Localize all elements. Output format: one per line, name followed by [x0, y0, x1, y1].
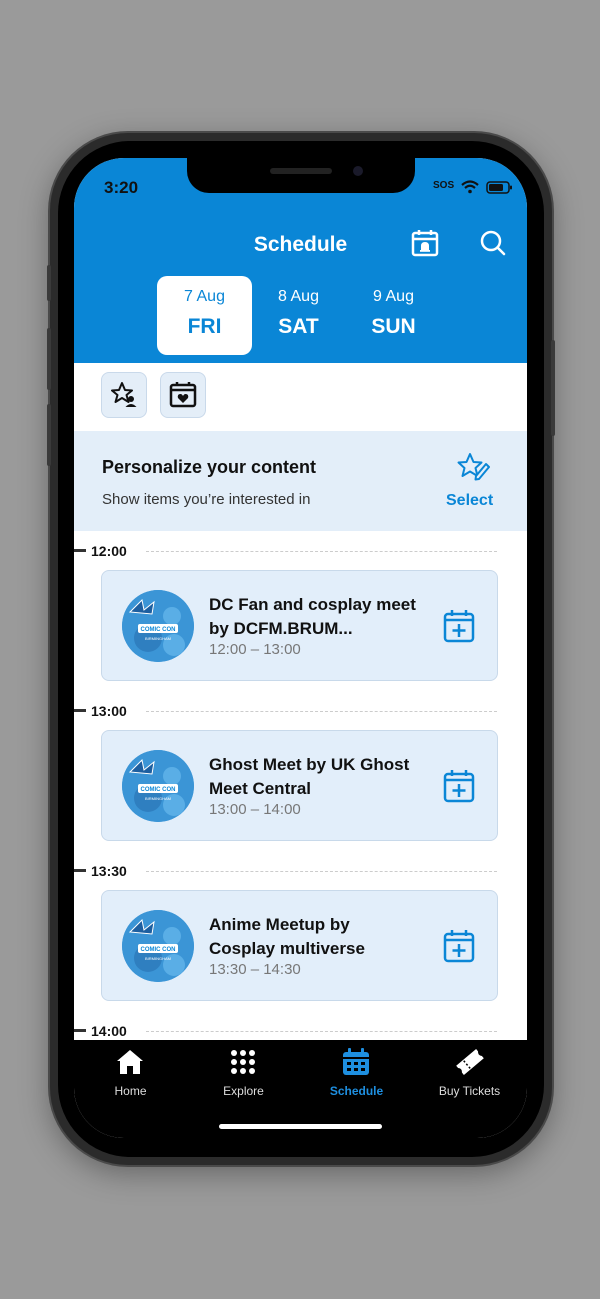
home-icon — [117, 1050, 143, 1074]
svg-text:BIRMINGHAM: BIRMINGHAM — [145, 636, 171, 641]
day-tab-sat[interactable]: 8 Aug SAT — [251, 276, 346, 355]
tab-label: Home — [114, 1084, 147, 1098]
personalize-title: Personalize your content — [102, 457, 317, 477]
power-button — [551, 340, 555, 436]
search-icon — [480, 230, 506, 256]
tab-label: Explore — [223, 1084, 264, 1098]
home-indicator[interactable] — [219, 1124, 382, 1129]
calendar-add-icon — [443, 770, 475, 803]
star-edit-icon — [456, 451, 490, 486]
event-title: DC Fan and cosplay meet by DCFM.BRUM... — [209, 595, 416, 638]
event-card[interactable]: COMIC CON BIRMINGHAM Ghost Meet by UK Gh… — [101, 730, 498, 841]
day-date: 8 Aug — [278, 288, 319, 305]
select-interests-button[interactable]: Select — [446, 492, 493, 510]
comic-con-logo: COMIC CON BIRMINGHAM — [122, 910, 194, 982]
time-label: 14:00 — [91, 1023, 127, 1039]
event-time: 13:30 – 14:30 — [209, 961, 301, 978]
event-title: Anime Meetup by Cosplay multiverse — [209, 915, 365, 958]
calendar-icon — [343, 1048, 369, 1075]
event-card[interactable]: COMIC CON BIRMINGHAM DC Fan and cosplay … — [101, 570, 498, 681]
search-button[interactable] — [478, 228, 508, 263]
comic-con-logo: COMIC CON BIRMINGHAM — [122, 590, 194, 662]
favorites-filter-button[interactable] — [101, 372, 147, 418]
page-title: Schedule — [253, 233, 348, 256]
star-person-icon — [111, 382, 137, 407]
calendar-heart-icon — [169, 382, 197, 408]
time-slot: 14:00 — [74, 1023, 527, 1039]
status-icons — [460, 179, 520, 200]
calendar-add-icon — [443, 610, 475, 643]
add-to-calendar-button[interactable] — [443, 929, 475, 968]
day-name: SUN — [371, 315, 416, 338]
volume-up-button — [47, 328, 51, 390]
calendar-bell-icon — [411, 230, 439, 257]
day-date: 9 Aug — [373, 288, 414, 305]
time-divider — [146, 551, 497, 552]
svg-text:BIRMINGHAM: BIRMINGHAM — [145, 796, 171, 801]
tab-label: Schedule — [329, 1084, 384, 1098]
tab-schedule[interactable]: Schedule — [300, 1040, 413, 1120]
mute-switch — [47, 265, 51, 301]
svg-text:BIRMINGHAM: BIRMINGHAM — [145, 956, 171, 961]
day-tab-fri[interactable]: 7 Aug FRI — [157, 276, 252, 355]
front-camera — [353, 166, 363, 176]
add-to-calendar-button[interactable] — [443, 769, 475, 808]
comic-con-logo: COMIC CON BIRMINGHAM — [122, 750, 194, 822]
day-name: FRI — [187, 315, 222, 338]
saved-events-filter-button[interactable] — [160, 372, 206, 418]
svg-text:COMIC CON: COMIC CON — [141, 787, 176, 793]
personalize-banner: Personalize your content Show items you’… — [74, 431, 527, 531]
volume-down-button — [47, 404, 51, 466]
notch — [187, 158, 415, 193]
ticket-icon — [456, 1049, 484, 1075]
time-label: 13:00 — [91, 703, 127, 719]
tab-home[interactable]: Home — [74, 1040, 187, 1120]
calendar-add-icon — [443, 930, 475, 963]
time-tick — [74, 709, 86, 712]
tab-buy-tickets[interactable]: Buy Tickets — [413, 1040, 526, 1120]
day-date: 7 Aug — [184, 288, 225, 305]
svg-text:COMIC CON: COMIC CON — [141, 947, 176, 953]
time-slot: 12:00 — [74, 543, 527, 559]
time-tick — [74, 549, 86, 552]
calendar-alert-button[interactable] — [410, 228, 440, 263]
event-card[interactable]: COMIC CON BIRMINGHAM Anime Meetup by Cos… — [101, 890, 498, 1001]
app-screen: 3:20 SOS Schedule 7 Aug FRI 8 Aug SAT 9 … — [74, 158, 527, 1138]
personalize-subtitle: Show items you’re interested in — [102, 491, 311, 508]
day-name: SAT — [278, 315, 319, 338]
time-label: 12:00 — [91, 543, 127, 559]
time-tick — [74, 869, 86, 872]
time-label: 13:30 — [91, 863, 127, 879]
bottom-tab-bar: Home Explore Schedule Buy Tickets — [74, 1040, 527, 1138]
event-time: 12:00 – 13:00 — [209, 641, 301, 658]
schedule-header: 3:20 SOS Schedule 7 Aug FRI 8 Aug SAT 9 … — [74, 158, 527, 363]
tab-explore[interactable]: Explore — [187, 1040, 300, 1120]
sos-indicator: SOS — [433, 180, 455, 191]
grid-icon — [231, 1050, 255, 1074]
earpiece-speaker — [270, 168, 332, 174]
time-divider — [146, 711, 497, 712]
add-to-calendar-button[interactable] — [443, 609, 475, 648]
wifi-battery-icon — [461, 180, 512, 194]
time-slot: 13:30 — [74, 863, 527, 879]
event-time: 13:00 – 14:00 — [209, 801, 301, 818]
svg-text:COMIC CON: COMIC CON — [141, 627, 176, 633]
time-divider — [146, 1031, 497, 1032]
tab-label: Buy Tickets — [438, 1084, 501, 1098]
day-tab-sun[interactable]: 9 Aug SUN — [346, 276, 441, 355]
time-tick — [74, 1029, 86, 1032]
event-title: Ghost Meet by UK Ghost Meet Central — [209, 755, 410, 798]
time-slot: 13:00 — [74, 703, 527, 719]
status-time: 3:20 — [104, 178, 139, 197]
time-divider — [146, 871, 497, 872]
